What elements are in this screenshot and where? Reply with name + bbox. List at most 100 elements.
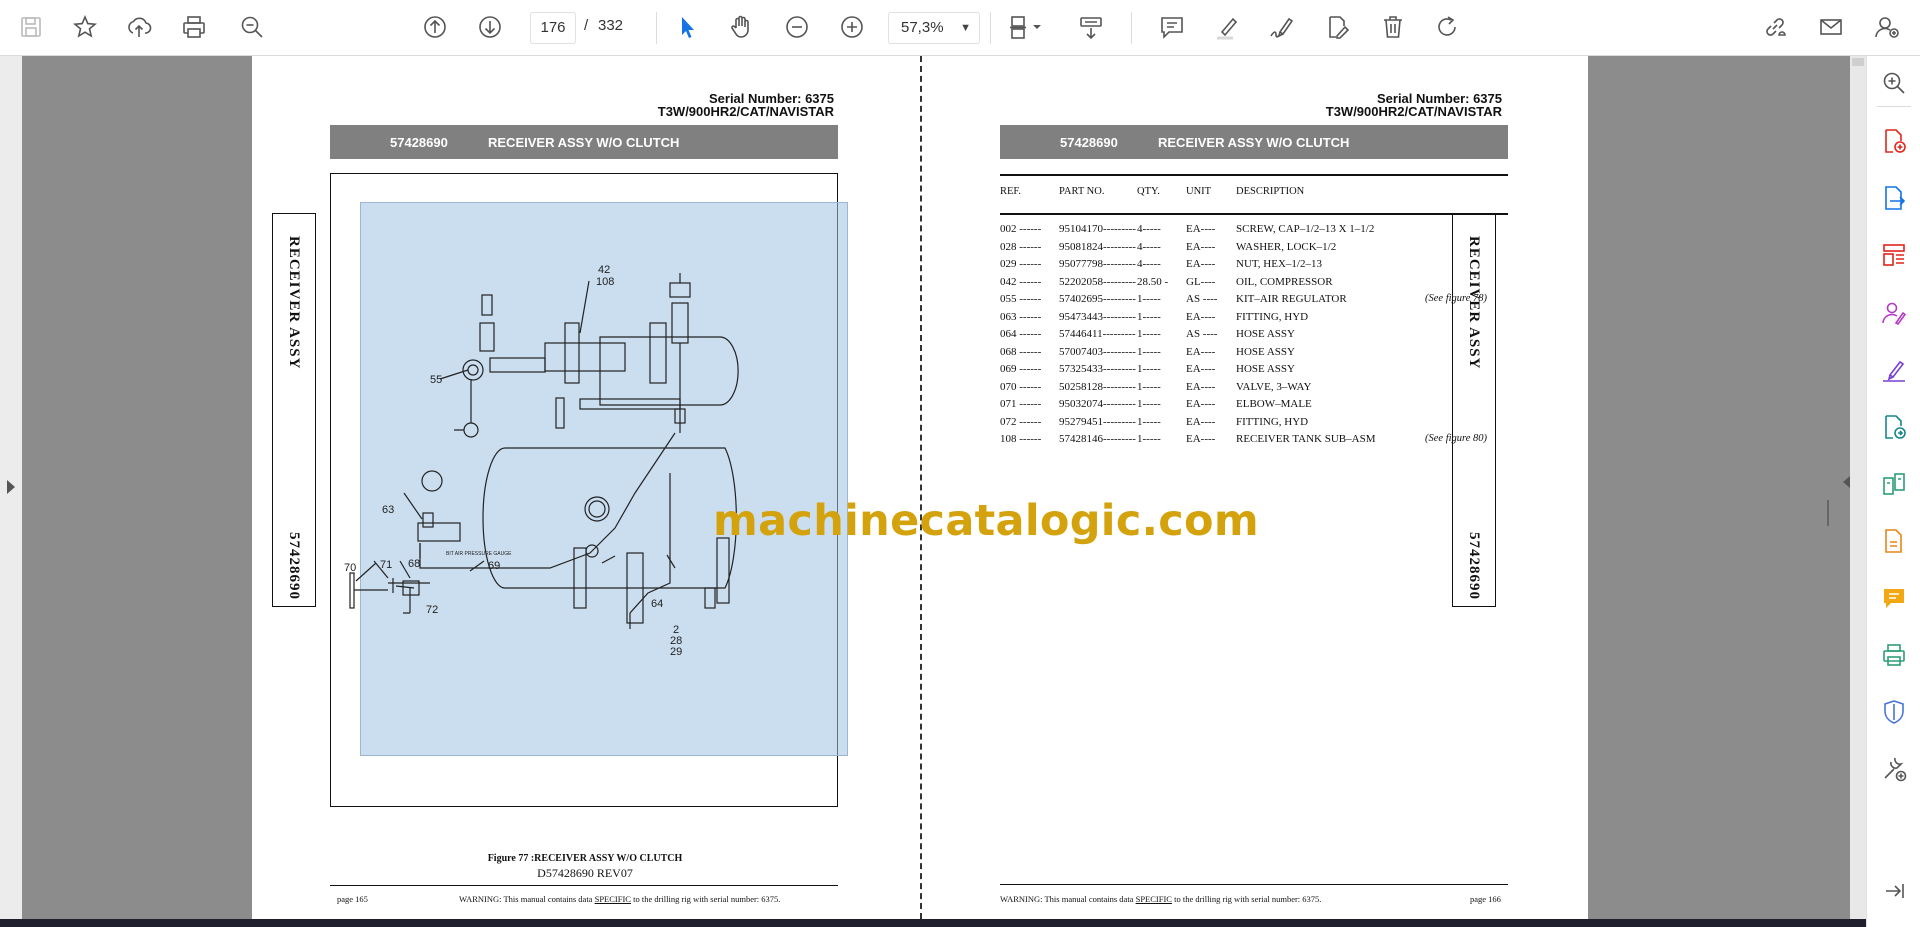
toolbar-divider [990, 12, 991, 44]
side-tab-title: RECEIVER ASSY [286, 236, 302, 370]
expand-panel-icon[interactable] [1877, 874, 1911, 908]
edit-pdf-icon[interactable] [1320, 10, 1354, 44]
table-row: 064 ------ 57446411--------- 1----- AS ----… [1000, 328, 1508, 344]
pressure-gauge-label: BIT AIR PRESSURE GAUGE [446, 551, 512, 557]
table-row: 071 ------ 95032074--------- 1----- EA---- E… [1000, 398, 1508, 414]
cell-ref: 002 ------ [1000, 223, 1042, 235]
compare-icon[interactable] [1877, 467, 1911, 501]
cell-qty: 1----- [1137, 293, 1161, 305]
cell-unit: EA---- [1186, 223, 1216, 235]
cell-qty: 4----- [1137, 223, 1161, 235]
cell-desc: KIT–AIR REGULATOR [1236, 293, 1347, 305]
page-number: page 166 [1470, 894, 1501, 904]
zoom-icon[interactable] [1877, 66, 1911, 100]
organize-pages-icon[interactable] [1877, 238, 1911, 272]
top-toolbar: 176 / 332 57,3% ▼ [0, 0, 1920, 56]
mail-icon[interactable] [1814, 10, 1848, 44]
callout-72: 72 [426, 604, 438, 616]
highlight-icon[interactable] [1210, 10, 1244, 44]
cell-ref: 055 ------ [1000, 293, 1042, 305]
sign-icon[interactable] [1265, 10, 1299, 44]
upload-icon[interactable] [122, 10, 156, 44]
edit-pdf-icon[interactable] [1877, 524, 1911, 558]
cell-unit: EA---- [1186, 363, 1216, 375]
cell-qty: 1----- [1137, 310, 1161, 323]
export-pdf-icon[interactable] [1877, 181, 1911, 215]
callout-29: 29 [670, 646, 682, 658]
cell-ref: 063 ------ [1000, 310, 1042, 323]
cell-qty: 1----- [1137, 398, 1161, 410]
table-row: 028 ------ 95081824--------- 4----- EA---- W… [1000, 241, 1508, 257]
callout-64: 64 [651, 598, 663, 610]
cell-unit: AS ---- [1186, 328, 1218, 340]
convert-pdf-icon[interactable] [1877, 410, 1911, 444]
cell-part: 57446411--------- [1059, 328, 1136, 340]
table-row: 108 ------ 57428146--------- 1----- EA---- R… [1000, 433, 1508, 449]
panel-resize-handle[interactable] [1827, 500, 1829, 526]
star-icon[interactable] [68, 10, 102, 44]
cell-part: 57007403--------- [1059, 345, 1136, 358]
collapse-right-panel-icon[interactable] [1843, 476, 1850, 488]
cell-unit: GL---- [1186, 275, 1216, 288]
table-row: 002 ------ 95104170--------- 4----- EA---- S… [1000, 223, 1508, 239]
table-row: 072 ------ 95279451--------- 1----- EA---- F… [1000, 416, 1508, 432]
print-production-icon[interactable] [1877, 638, 1911, 672]
zoom-out-icon[interactable] [780, 10, 814, 44]
save-icon[interactable] [14, 10, 48, 44]
comment-icon[interactable] [1877, 581, 1911, 615]
section-banner: 57428690 RECEIVER ASSY W/O CLUTCH [1000, 125, 1508, 159]
cell-qty: 1----- [1137, 363, 1161, 375]
callout-108: 108 [596, 276, 614, 288]
page-165: Serial Number: 6375 T3W/900HR2/CAT/NAVIS… [252, 56, 918, 919]
zoom-search-icon[interactable] [235, 10, 269, 44]
request-signature-icon[interactable] [1877, 296, 1911, 330]
watermark: machinecatalogic.com [713, 496, 1259, 546]
page-up-icon[interactable] [418, 10, 452, 44]
cell-ref: 069 ------ [1000, 363, 1042, 375]
hand-icon[interactable] [724, 10, 758, 44]
cell-part: 95077798--------- [1059, 258, 1136, 270]
cell-unit: EA---- [1186, 345, 1216, 358]
cell-part: 57325433--------- [1059, 363, 1136, 375]
serial-header: Serial Number: 6375 T3W/900HR2/CAT/NAVIS… [658, 92, 834, 118]
cell-desc: HOSE ASSY [1236, 363, 1295, 375]
callout-68: 68 [408, 558, 420, 570]
cell-ref: 068 ------ [1000, 345, 1042, 358]
callout-69: 69 [488, 560, 500, 572]
select-cursor-icon[interactable] [670, 10, 704, 44]
side-tab: RECEIVER ASSY 57428690 [272, 213, 316, 607]
cell-unit: EA---- [1186, 398, 1216, 410]
create-pdf-icon[interactable] [1877, 124, 1911, 158]
scrollbar-thumb[interactable] [1852, 58, 1864, 66]
fill-sign-icon[interactable] [1877, 353, 1911, 387]
delete-icon[interactable] [1376, 10, 1410, 44]
left-panel-toggle[interactable] [0, 56, 22, 919]
protect-icon[interactable] [1877, 695, 1911, 729]
tools-sidebar [1866, 56, 1920, 927]
page-spread: Serial Number: 6375 T3W/900HR2/CAT/NAVIS… [252, 56, 1588, 919]
share-link-icon[interactable] [1758, 10, 1792, 44]
comment-icon[interactable] [1155, 10, 1189, 44]
page-down-icon[interactable] [473, 10, 507, 44]
account-icon[interactable] [1870, 10, 1904, 44]
vertical-scrollbar[interactable] [1850, 56, 1866, 919]
footer-rule [330, 885, 838, 886]
more-tools-icon[interactable] [1877, 752, 1911, 786]
cell-desc: SCREW, CAP–1/2–13 X 1–1/2 [1236, 223, 1375, 235]
cell-ref: 042 ------ [1000, 275, 1042, 288]
rotate-icon[interactable] [1430, 10, 1464, 44]
column-header-qty: QTY. [1137, 186, 1160, 197]
document-viewer[interactable]: Serial Number: 6375 T3W/900HR2/CAT/NAVIS… [0, 56, 1866, 919]
zoom-in-icon[interactable] [835, 10, 869, 44]
fit-page-dropdown[interactable] [1030, 10, 1044, 44]
scroll-mode-icon[interactable] [1074, 10, 1108, 44]
column-header-ref: REF. [1000, 186, 1022, 197]
bottom-bar [0, 919, 1866, 927]
table-row: 055 ------ 57402695--------- 1----- AS ----… [1000, 293, 1508, 309]
print-icon[interactable] [177, 10, 211, 44]
cell-desc: FITTING, HYD [1236, 415, 1309, 428]
cell-ref: 028 ------ [1000, 240, 1042, 253]
page-number-input[interactable]: 176 [530, 12, 576, 44]
zoom-level-select[interactable]: 57,3% ▼ [888, 12, 980, 44]
cell-unit: AS ---- [1186, 293, 1218, 305]
